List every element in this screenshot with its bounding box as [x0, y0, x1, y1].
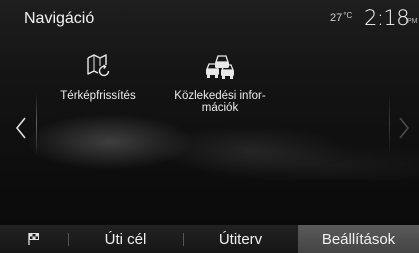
clock-ampm: PM [407, 18, 418, 25]
traffic-info-tile[interactable]: Közlekedési infor- mációk [160, 52, 280, 114]
tab-settings[interactable]: Beállítások [298, 225, 419, 253]
temperature-readout: 27°C [330, 11, 352, 24]
navigation-screen: Navigáció 27°C 2:18 PM Térképfrissítés K… [0, 0, 419, 253]
temperature-value: 27 [330, 12, 343, 24]
tab-route[interactable]: Útiterv [183, 225, 298, 253]
bottom-tab-bar: Úti cél Útiterv Beállítások [0, 225, 419, 253]
map-update-tile[interactable]: Térképfrissítés [52, 52, 144, 102]
traffic-info-label: Közlekedési infor- mációk [160, 90, 280, 114]
right-divider [389, 92, 390, 156]
page-title: Navigáció [24, 10, 95, 27]
clock-time: 2:18 [364, 6, 410, 30]
next-page-button[interactable] [396, 116, 412, 140]
header-bar: Navigáció 27°C 2:18 PM [0, 0, 419, 34]
temperature-unit: °C [343, 11, 353, 20]
tab-destination[interactable]: Úti cél [68, 225, 183, 253]
traffic-info-label-line1: Közlekedési infor- [174, 90, 266, 102]
map-refresh-icon [87, 54, 110, 77]
previous-page-button[interactable] [13, 116, 29, 140]
chevron-right-icon [399, 117, 410, 139]
chevron-left-icon [15, 117, 26, 139]
traffic-info-label-line2: mációk [201, 102, 239, 114]
tab-flag[interactable] [0, 225, 68, 253]
map-update-label: Térképfrissítés [60, 90, 136, 102]
left-divider [36, 92, 37, 156]
checkered-flag-icon [28, 233, 39, 245]
traffic-cars-icon [206, 55, 234, 79]
